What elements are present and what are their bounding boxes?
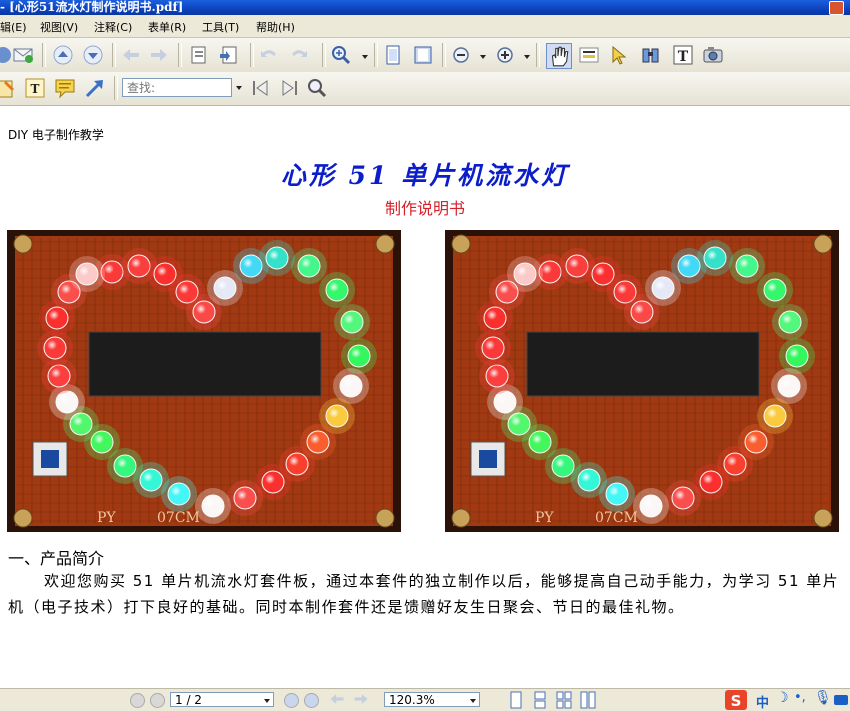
text-box-icon[interactable]: T — [24, 77, 46, 99]
previous-page-icon[interactable] — [52, 44, 74, 66]
next-page-icon[interactable] — [82, 44, 104, 66]
window-title: - [心形51流水灯制作说明书.pdf] — [0, 0, 184, 14]
zoom-out-icon[interactable] — [450, 44, 472, 66]
back-view-icon[interactable] — [328, 690, 346, 708]
undo-icon[interactable] — [258, 44, 280, 66]
facing-view-icon[interactable] — [556, 691, 572, 709]
main-toolbar: T — [0, 38, 850, 73]
product-photo-right: PY 07CM — [445, 230, 839, 532]
search-advanced-icon[interactable] — [306, 77, 328, 99]
svg-text:S: S — [731, 692, 742, 710]
document-page: DIY 电子制作教学 心形 51 单片机流水灯 制作说明书 PY 07CM PY… — [0, 106, 850, 688]
hand-tool-icon[interactable] — [546, 43, 572, 69]
menu-comment[interactable]: 注释(C) — [94, 19, 132, 35]
next-page-button[interactable] — [284, 693, 299, 708]
board-label-left: PY — [97, 510, 116, 526]
board-label-left: PY — [535, 510, 554, 526]
menu-edit[interactable]: 辑(E) — [0, 19, 27, 35]
close-window-button[interactable] — [829, 1, 844, 15]
text-tool-icon[interactable]: T — [672, 44, 694, 66]
continuous-view-icon[interactable] — [532, 691, 548, 709]
find-next-icon[interactable] — [278, 77, 300, 99]
arrow-tool-icon[interactable] — [84, 77, 106, 99]
search-input[interactable] — [122, 78, 232, 97]
section-paragraph: 欢迎您购买 51 单片机流水灯套件板，通过本套件的独立制作以后，能够提高自己动手… — [8, 572, 840, 616]
svg-text:T: T — [678, 49, 689, 65]
camera-icon[interactable] — [702, 44, 724, 66]
board-label-right: 07CM — [595, 510, 638, 526]
page-number-field[interactable]: 1 / 2 — [170, 692, 274, 707]
zoom-out-dropdown-icon[interactable] — [480, 55, 486, 59]
menu-tools[interactable]: 工具(T) — [202, 19, 239, 35]
status-bar: 1 / 2 120.3% S 中 ☽ •, 🎙 — [0, 688, 850, 711]
zoom-in-dropdown-icon[interactable] — [524, 55, 530, 59]
title-bar: - [心形51流水灯制作说明书.pdf] — [0, 0, 850, 15]
import-page-icon[interactable] — [218, 44, 240, 66]
single-page-view-icon[interactable] — [508, 691, 524, 709]
zoom-in-icon[interactable] — [494, 44, 516, 66]
zoom-tool-dropdown-icon[interactable] — [362, 55, 368, 59]
page-dropdown-icon[interactable] — [264, 699, 270, 703]
ime-punctuation-icon[interactable]: •, — [794, 690, 806, 705]
forward-arrow-icon[interactable] — [148, 44, 170, 66]
first-page-icon[interactable] — [130, 693, 145, 708]
zoom-in-tool-icon[interactable] — [330, 44, 352, 66]
search-dropdown-icon[interactable] — [236, 86, 242, 90]
zoom-value: 120.3% — [389, 693, 435, 707]
document-title: 心形 51 单片机流水灯 — [280, 161, 570, 190]
continuous-facing-icon[interactable] — [580, 691, 596, 709]
zoom-dropdown-icon[interactable] — [470, 699, 476, 703]
ime-keyboard-icon[interactable] — [834, 695, 848, 705]
forward-view-icon[interactable] — [352, 690, 370, 708]
snapshot-icon[interactable] — [640, 44, 662, 66]
back-arrow-icon[interactable] — [120, 44, 142, 66]
microphone-icon[interactable]: 🎙 — [814, 690, 832, 706]
last-page-icon[interactable] — [304, 693, 319, 708]
menu-form[interactable]: 表单(R) — [148, 19, 186, 35]
pencil-icon[interactable] — [0, 77, 16, 99]
ime-moon-icon[interactable]: ☽ — [776, 690, 789, 706]
select-arrow-icon[interactable] — [608, 44, 630, 66]
select-text-icon[interactable] — [578, 44, 600, 66]
ime-chinese-mode[interactable]: 中 — [756, 692, 769, 711]
sticky-note-icon[interactable] — [54, 77, 76, 99]
page-number-value: 1 / 2 — [175, 693, 202, 707]
menu-bar: 辑(E) 视图(V) 注释(C) 表单(R) 工具(T) 帮助(H) — [0, 15, 850, 38]
redo-icon[interactable] — [288, 44, 310, 66]
led-heart-board-image — [7, 230, 401, 532]
annotation-toolbar: T — [0, 72, 850, 106]
product-photo-left: PY 07CM — [7, 230, 401, 532]
zoom-field[interactable]: 120.3% — [384, 692, 480, 707]
fit-width-icon[interactable] — [412, 44, 434, 66]
svg-text:T: T — [31, 82, 40, 96]
board-label-right: 07CM — [157, 510, 200, 526]
menu-help[interactable]: 帮助(H) — [256, 19, 295, 35]
fit-page-icon[interactable] — [382, 44, 404, 66]
sogou-ime-icon[interactable]: S — [724, 689, 748, 711]
section-heading: 一、产品简介 — [8, 549, 105, 568]
led-heart-board-image — [445, 230, 839, 532]
export-page-icon[interactable] — [188, 44, 210, 66]
find-previous-icon[interactable] — [250, 77, 272, 99]
previous-page-button[interactable] — [150, 693, 165, 708]
document-subtitle: 制作说明书 — [384, 199, 465, 218]
email-icon[interactable] — [12, 44, 34, 66]
page-header-text: DIY 电子制作教学 — [8, 128, 104, 142]
menu-view[interactable]: 视图(V) — [40, 19, 78, 35]
